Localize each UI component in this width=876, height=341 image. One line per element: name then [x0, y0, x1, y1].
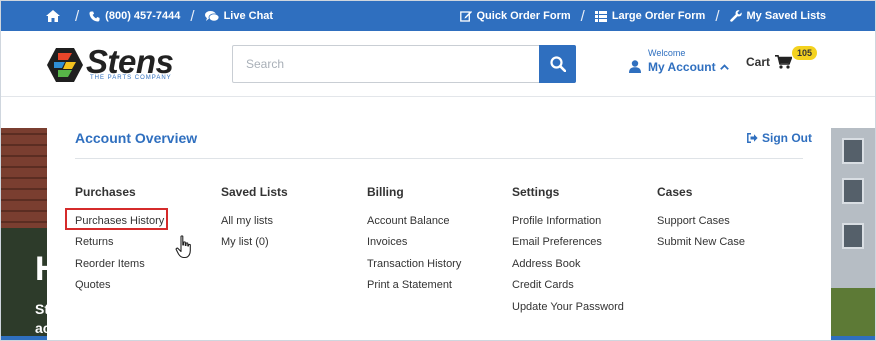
sign-out-label: Sign Out [762, 131, 812, 145]
search-button[interactable] [539, 45, 576, 83]
building-window [842, 178, 864, 204]
user-icon [629, 60, 641, 73]
menu-item-profile-information[interactable]: Profile Information [512, 215, 624, 236]
menu-item-account-balance[interactable]: Account Balance [367, 215, 461, 236]
phone-icon [89, 10, 100, 22]
menu-item-support-cases[interactable]: Support Cases [657, 215, 745, 236]
building-window [842, 138, 864, 164]
menu-column-cases: Cases Support Cases Submit New Case [657, 185, 745, 258]
divider [75, 158, 803, 159]
highlight-box [65, 208, 168, 230]
site-header: Stens THE PARTS COMPANY Welcome My Accou… [1, 31, 875, 97]
logo-mark-icon [47, 48, 83, 82]
column-heading: Saved Lists [221, 185, 288, 199]
live-chat-label: Live Chat [223, 10, 274, 22]
my-account-text: My Account [648, 60, 716, 74]
edit-icon [459, 11, 472, 22]
top-bar: / (800) 457-7444 / Live Chat Quick Order… [1, 1, 875, 31]
column-heading: Cases [657, 185, 693, 199]
menu-item-credit-cards[interactable]: Credit Cards [512, 279, 624, 300]
menu-item-my-list[interactable]: My list (0) [221, 236, 288, 257]
home-icon[interactable] [46, 10, 65, 22]
menu-item-address-book[interactable]: Address Book [512, 258, 624, 279]
chevron-up-icon [719, 64, 729, 70]
menu-column-purchases: Purchases Purchases History Returns Reor… [75, 185, 164, 301]
menu-item-submit-new-case[interactable]: Submit New Case [657, 236, 745, 257]
account-overview-link[interactable]: Account Overview [75, 130, 197, 146]
menu-column-saved-lists: Saved Lists All my lists My list (0) [221, 185, 288, 258]
search-box [232, 45, 576, 83]
saved-lists-link[interactable]: My Saved Lists [729, 10, 826, 22]
separator: / [190, 7, 195, 25]
separator: / [715, 7, 720, 25]
cart-icon [775, 55, 793, 69]
list-icon [594, 10, 607, 22]
chat-icon [204, 10, 219, 21]
cart-count-badge: 105 [792, 46, 818, 60]
my-account-label: My Account [648, 60, 729, 74]
phone-number: (800) 457-7444 [105, 10, 181, 22]
search-input[interactable] [233, 46, 539, 82]
cart-link[interactable]: Cart 105 [746, 46, 818, 69]
welcome-text: Welcome [648, 48, 686, 58]
stens-logo[interactable]: Stens THE PARTS COMPANY [46, 43, 186, 83]
column-heading: Purchases [75, 185, 136, 199]
column-heading: Billing [367, 185, 404, 199]
page-frame: / (800) 457-7444 / Live Chat Quick Order… [0, 0, 876, 341]
account-dropdown: Account Overview Sign Out Purchases Purc… [47, 97, 831, 340]
large-order-link[interactable]: Large Order Form [594, 10, 706, 22]
menu-item-returns[interactable]: Returns [75, 236, 164, 257]
menu-item-all-my-lists[interactable]: All my lists [221, 215, 288, 236]
wrench-icon [729, 10, 742, 22]
hero-grass [831, 288, 875, 340]
saved-lists-label: My Saved Lists [746, 10, 826, 22]
menu-item-reorder-items[interactable]: Reorder Items [75, 258, 164, 279]
separator: / [580, 7, 585, 25]
menu-item-invoices[interactable]: Invoices [367, 236, 461, 257]
live-chat-link[interactable]: Live Chat [204, 10, 274, 22]
separator: / [75, 7, 80, 25]
cart-label: Cart [746, 55, 771, 69]
menu-column-billing: Billing Account Balance Invoices Transac… [367, 185, 461, 301]
menu-item-quotes[interactable]: Quotes [75, 279, 164, 300]
sign-out-link[interactable]: Sign Out [747, 131, 812, 145]
phone-link[interactable]: (800) 457-7444 [89, 10, 180, 22]
column-heading: Settings [512, 185, 560, 199]
top-bar-left: / (800) 457-7444 / Live Chat [46, 1, 273, 31]
menu-item-update-password[interactable]: Update Your Password [512, 301, 624, 322]
top-bar-right: Quick Order Form / Large Order Form / My… [459, 1, 826, 31]
quick-order-link[interactable]: Quick Order Form [459, 10, 571, 22]
menu-column-settings: Settings Profile Information Email Prefe… [512, 185, 624, 322]
menu-item-transaction-history[interactable]: Transaction History [367, 258, 461, 279]
building-window [842, 223, 864, 249]
menu-item-email-preferences[interactable]: Email Preferences [512, 236, 624, 257]
quick-order-label: Quick Order Form [476, 10, 571, 22]
sign-out-icon [747, 133, 758, 143]
large-order-label: Large Order Form [611, 10, 706, 22]
menu-item-print-statement[interactable]: Print a Statement [367, 279, 461, 300]
search-icon [549, 56, 566, 72]
logo-tagline: THE PARTS COMPANY [90, 75, 172, 81]
hand-cursor-icon [175, 235, 191, 259]
